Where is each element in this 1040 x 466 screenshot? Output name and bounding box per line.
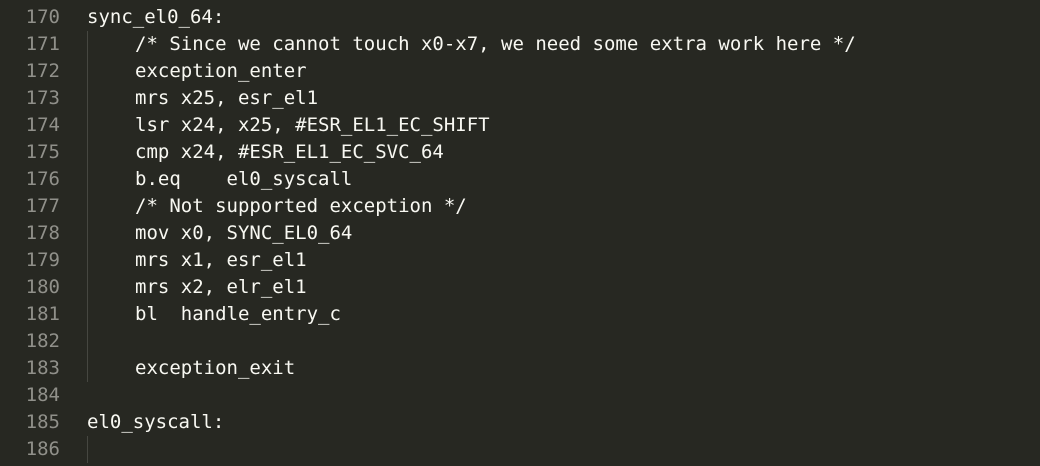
code-line[interactable]: 185 el0_syscall: [0,409,1040,436]
line-number: 173 [25,87,60,109]
code-text[interactable]: mrs x2, elr_el1 [135,274,307,301]
indent-guide [87,193,88,220]
line-number: 185 [25,411,60,433]
code-line[interactable]: 174 lsr x24, x25, #ESR_EL1_EC_SHIFT [0,112,1040,139]
code-line[interactable]: 183 exception_exit [0,355,1040,382]
code-text[interactable]: bl handle_entry_c [135,301,341,328]
line-number: 183 [25,357,60,379]
code-line[interactable]: 178 mov x0, SYNC_EL0_64 [0,220,1040,247]
code-text[interactable]: mrs x1, esr_el1 [135,247,307,274]
line-number: 172 [25,60,60,82]
code-text[interactable]: el0_syscall: [87,409,224,436]
code-text[interactable]: b.eq el0_syscall [135,166,352,193]
line-number: 176 [25,168,60,190]
indent-guide [87,112,88,139]
code-text[interactable]: exception_enter [135,58,307,85]
indent-guide [87,355,88,382]
code-text[interactable]: /* Since we cannot touch x0-x7, we need … [135,31,856,58]
line-number: 182 [25,330,60,352]
code-text[interactable]: cmp x24, #ESR_EL1_EC_SVC_64 [135,139,444,166]
indent-guide [87,328,88,355]
code-line[interactable]: 181 bl handle_entry_c [0,301,1040,328]
code-line[interactable]: 176 b.eq el0_syscall [0,166,1040,193]
indent-guide [87,436,88,463]
code-line[interactable]: 170 sync_el0_64: [0,4,1040,31]
line-number: 174 [25,114,60,136]
code-line[interactable]: 173 mrs x25, esr_el1 [0,85,1040,112]
code-line[interactable]: 186 [0,436,1040,463]
line-number: 178 [25,222,60,244]
indent-guide [87,85,88,112]
indent-guide [87,139,88,166]
indent-guide [87,220,88,247]
code-line[interactable]: 184 [0,382,1040,409]
indent-guide [87,58,88,85]
code-line[interactable]: 177 /* Not supported exception */ [0,193,1040,220]
code-text[interactable]: sync_el0_64: [87,4,224,31]
line-number: 181 [25,303,60,325]
indent-guide [87,31,88,58]
code-text[interactable]: exception_exit [135,355,295,382]
line-number: 177 [25,195,60,217]
line-number: 170 [25,6,60,28]
code-text[interactable]: mov x0, SYNC_EL0_64 [135,220,352,247]
indent-guide [87,247,88,274]
indent-guide [87,166,88,193]
code-text[interactable]: lsr x24, x25, #ESR_EL1_EC_SHIFT [135,112,490,139]
line-number: 180 [25,276,60,298]
code-editor[interactable]: 170 sync_el0_64: 171 /* Since we cannot to… [0,4,1040,463]
line-number: 184 [25,384,60,406]
line-number: 179 [25,249,60,271]
code-line[interactable]: 172 exception_enter [0,58,1040,85]
code-line[interactable]: 182 [0,328,1040,355]
code-line[interactable]: 175 cmp x24, #ESR_EL1_EC_SVC_64 [0,139,1040,166]
indent-guide [87,301,88,328]
code-line[interactable]: 171 /* Since we cannot touch x0-x7, we ne… [0,31,1040,58]
indent-guide [87,274,88,301]
code-text[interactable]: /* Not supported exception */ [135,193,467,220]
code-line[interactable]: 179 mrs x1, esr_el1 [0,247,1040,274]
code-line[interactable]: 180 mrs x2, elr_el1 [0,274,1040,301]
line-number: 171 [25,33,60,55]
code-text[interactable]: mrs x25, esr_el1 [135,85,318,112]
line-number: 186 [25,438,60,460]
line-number: 175 [25,141,60,163]
